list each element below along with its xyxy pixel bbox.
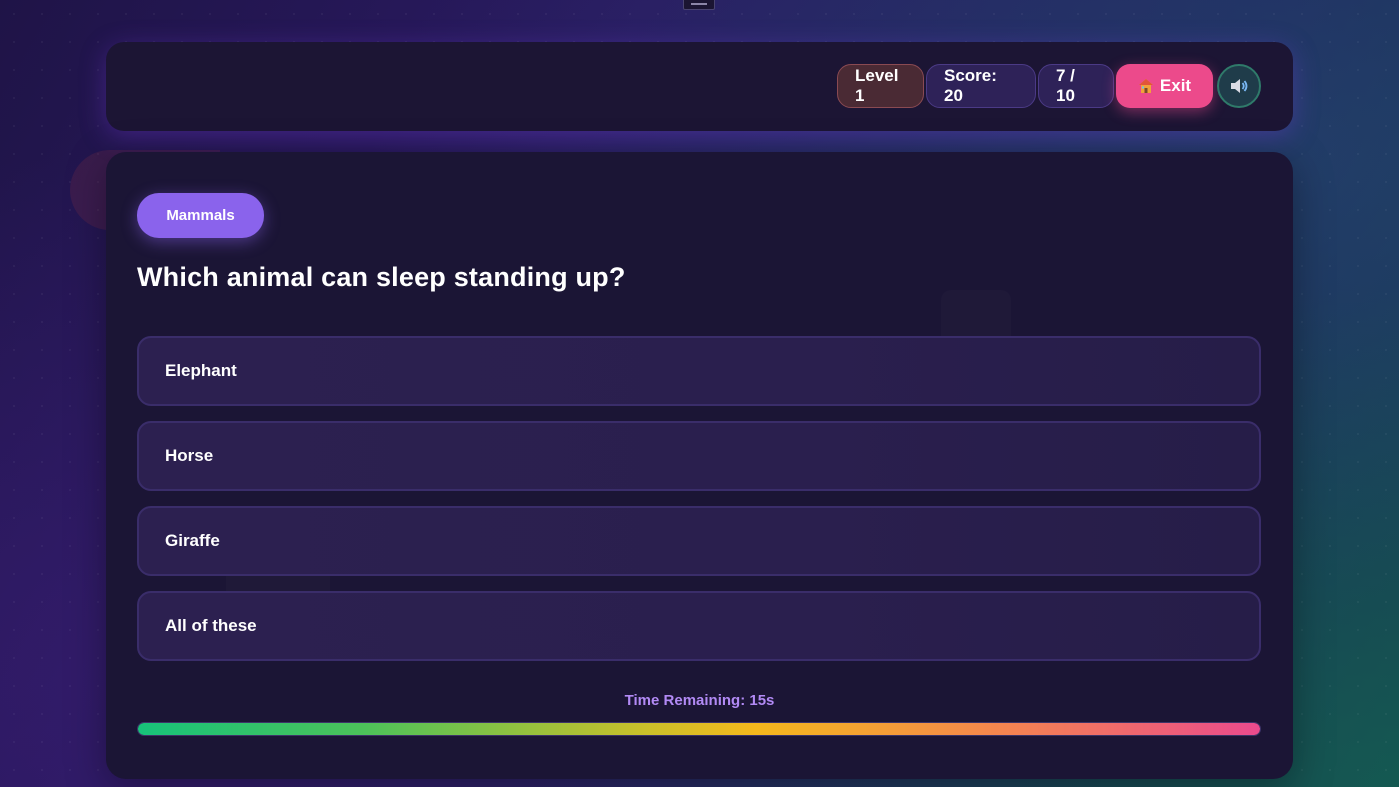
answer-label: Horse — [165, 446, 214, 465]
drag-handle-icon[interactable] — [683, 0, 715, 10]
question-card: Mammals Which animal can sleep standing … — [106, 152, 1293, 779]
progress-label: 7 / 10 — [1056, 66, 1075, 105]
score-label: Score: 20 — [944, 66, 997, 105]
answer-label: Giraffe — [165, 531, 220, 550]
category-label: Mammals — [166, 207, 235, 224]
answer-list: Elephant Horse Giraffe All of these — [137, 336, 1261, 676]
answer-label: Elephant — [165, 361, 237, 380]
level-label: Level 1 — [855, 66, 899, 105]
answer-option[interactable]: Horse — [137, 421, 1261, 491]
answer-label: All of these — [165, 616, 257, 635]
timer-bar — [137, 722, 1261, 736]
exit-label: Exit — [1159, 76, 1192, 95]
answer-option[interactable]: Elephant — [137, 336, 1261, 406]
answer-option[interactable]: All of these — [137, 591, 1261, 661]
house-icon — [1138, 79, 1153, 93]
top-bar: Level 1 Score: 20 7 / 10 Exit — [106, 42, 1293, 131]
level-badge: Level 1 — [837, 64, 924, 108]
speaker-icon — [1231, 79, 1248, 93]
question-progress-badge: 7 / 10 — [1038, 64, 1114, 108]
timer-label: Time Remaining: 15s — [624, 692, 775, 709]
category-badge: Mammals — [137, 193, 264, 238]
exit-button[interactable]: Exit — [1116, 64, 1213, 108]
answer-option[interactable]: Giraffe — [137, 506, 1261, 576]
sound-toggle-button[interactable] — [1217, 64, 1261, 108]
question-text: Which animal can sleep standing up? — [137, 262, 626, 292]
timer-bar-fill — [138, 723, 1260, 735]
score-badge: Score: 20 — [926, 64, 1036, 108]
hud: Level 1 Score: 20 7 / 10 Exit — [837, 64, 1261, 108]
